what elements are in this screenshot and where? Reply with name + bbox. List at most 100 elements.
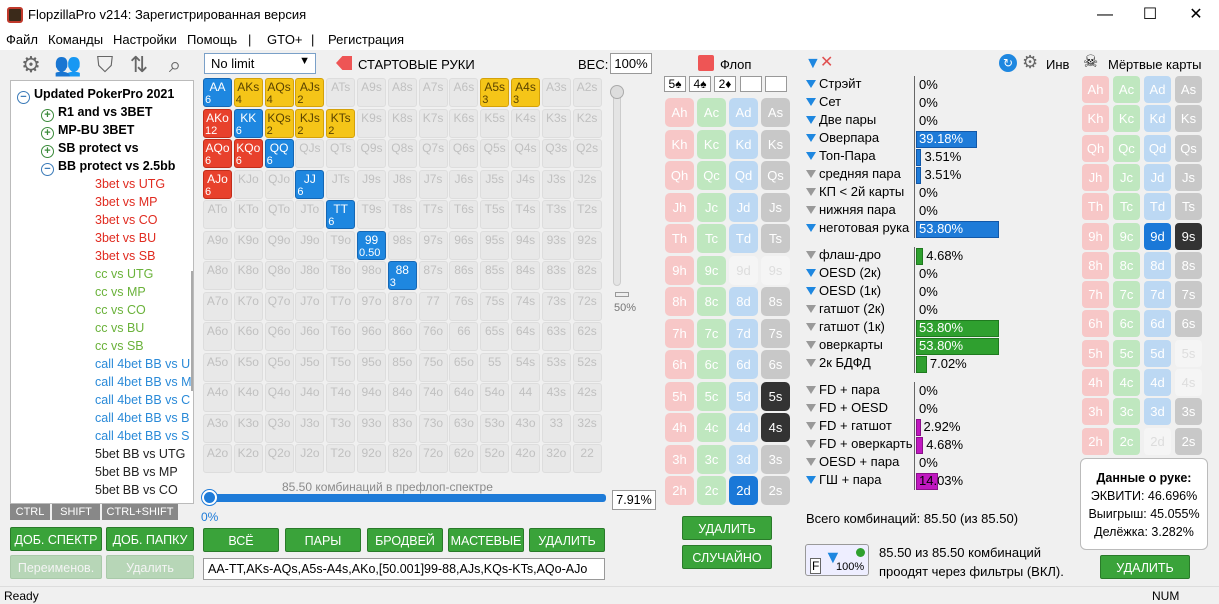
clear-filter-icon[interactable]: ✕ xyxy=(820,52,833,72)
hand-cell-J3s[interactable]: J3s xyxy=(541,169,571,199)
menu-help[interactable]: Помощь xyxy=(187,32,237,47)
search-icon[interactable]: ⌕ xyxy=(160,52,190,78)
hand-cell-Q4o[interactable]: Q4o xyxy=(264,383,294,412)
dead-card-3c[interactable]: 3c xyxy=(1113,398,1140,426)
flop-card-3c[interactable]: 3c xyxy=(697,444,726,474)
dead-card-Tc[interactable]: Tc xyxy=(1113,193,1140,221)
hand-cell-97o[interactable]: 97o xyxy=(357,291,386,321)
hand-cell-K9s[interactable]: K9s xyxy=(357,108,386,138)
flop-card-7c[interactable]: 7c xyxy=(697,318,726,348)
hand-cell-85o[interactable]: 85o xyxy=(387,352,417,382)
tree-item[interactable]: 5bet BB vs MP xyxy=(95,465,178,479)
hand-cell-62o[interactable]: 62o xyxy=(449,444,479,473)
dead-card-7s[interactable]: 7s xyxy=(1175,281,1202,309)
dead-card-Js[interactable]: Js xyxy=(1175,163,1202,191)
hand-cell-T2o[interactable]: T2o xyxy=(326,444,356,473)
filter-icon[interactable] xyxy=(806,458,816,466)
stat-row[interactable]: неготовая рука xyxy=(806,220,909,238)
stat-row[interactable]: КП < 2й карты xyxy=(806,184,904,202)
clear-dead-cards-button[interactable]: УДАЛИТЬ xyxy=(1100,555,1190,579)
import-export-icon[interactable]: ⇅ xyxy=(124,52,154,78)
invert-label[interactable]: Инв xyxy=(1046,57,1069,72)
dead-card-7h[interactable]: 7h xyxy=(1082,281,1109,309)
hand-cell-82s[interactable]: 82s xyxy=(572,261,602,290)
filter-icon[interactable] xyxy=(806,80,816,88)
hand-cell-T6s[interactable]: T6s xyxy=(449,200,479,229)
hand-cell-42s[interactable]: 42s xyxy=(572,383,602,412)
random-flop-button[interactable]: СЛУЧАЙНО xyxy=(682,545,772,569)
tree-item[interactable]: 3bet vs SB xyxy=(95,249,155,263)
dead-card-3s[interactable]: 3s xyxy=(1175,398,1202,426)
hand-cell-83s[interactable]: 83s xyxy=(541,261,571,290)
dead-card-9d[interactable]: 9d xyxy=(1144,222,1171,250)
hand-cell-JTs[interactable]: JTs xyxy=(326,169,356,199)
filter-icon[interactable]: ⛉ xyxy=(90,52,120,78)
flop-card-5c[interactable]: 5c xyxy=(697,381,726,411)
delete-hands-button[interactable]: УДАЛИТЬ xyxy=(529,528,605,552)
dead-card-Ad[interactable]: Ad xyxy=(1144,76,1171,103)
hand-cell-55[interactable]: 55 xyxy=(480,352,510,382)
stat-row[interactable]: FD + OESD xyxy=(806,400,888,418)
flop-card-2c[interactable]: 2c xyxy=(697,476,726,505)
hand-cell-54o[interactable]: 54o xyxy=(480,383,510,412)
hand-cell-T2s[interactable]: T2s xyxy=(572,200,602,229)
dead-card-3h[interactable]: 3h xyxy=(1082,398,1109,426)
flop-card-3s[interactable]: 3s xyxy=(761,444,790,474)
hand-cell-53o[interactable]: 53o xyxy=(480,413,510,443)
range-string-input[interactable]: AA-TT,AKs-AQs,A5s-A4s,AKo,[50.001]99-88,… xyxy=(203,558,605,580)
dead-card-4s[interactable]: 4s xyxy=(1175,369,1202,396)
flop-card-Ks[interactable]: Ks xyxy=(761,129,790,159)
hand-cell-A7o[interactable]: A7o xyxy=(203,291,232,321)
flop-card-3h[interactable]: 3h xyxy=(665,444,694,474)
filter-icon[interactable] xyxy=(806,404,816,412)
hand-cell-Q3o[interactable]: Q3o xyxy=(264,413,294,443)
dead-card-Ac[interactable]: Ac xyxy=(1113,76,1140,103)
filter-icon[interactable] xyxy=(806,341,816,349)
dead-card-5h[interactable]: 5h xyxy=(1082,339,1109,367)
flop-card-8d[interactable]: 8d xyxy=(729,287,758,316)
dead-card-8d[interactable]: 8d xyxy=(1144,251,1171,279)
flop-slot-2[interactable]: 4♠ xyxy=(689,76,711,92)
hand-cell-72s[interactable]: 72s xyxy=(572,291,602,321)
hand-cell-K5s[interactable]: K5s xyxy=(480,108,510,138)
dead-card-3d[interactable]: 3d xyxy=(1144,398,1171,426)
hand-cell-JJ[interactable]: JJ 6 xyxy=(295,169,325,199)
hand-cell-T8s[interactable]: T8s xyxy=(387,200,417,229)
flop-card-Kd[interactable]: Kd xyxy=(729,129,758,159)
dead-card-Qc[interactable]: Qc xyxy=(1113,134,1140,162)
hand-cell-K5o[interactable]: K5o xyxy=(233,352,263,382)
hand-cell-72o[interactable]: 72o xyxy=(418,444,448,473)
hand-cell-J2o[interactable]: J2o xyxy=(295,444,325,473)
dead-card-2d[interactable]: 2d xyxy=(1144,427,1171,455)
filter-icon[interactable] xyxy=(806,359,816,367)
flop-card-Jh[interactable]: Jh xyxy=(665,192,694,222)
close-button[interactable]: ✕ xyxy=(1173,2,1219,28)
dead-card-9c[interactable]: 9c xyxy=(1113,222,1140,250)
hand-cell-AA[interactable]: AA 6 xyxy=(203,78,232,107)
dead-card-8s[interactable]: 8s xyxy=(1175,251,1202,279)
tree-item[interactable]: cc vs MP xyxy=(95,285,146,299)
hand-cell-86o[interactable]: 86o xyxy=(387,322,417,351)
hand-cell-52s[interactable]: 52s xyxy=(572,352,602,382)
flop-card-8c[interactable]: 8c xyxy=(697,287,726,316)
hand-cell-J9o[interactable]: J9o xyxy=(295,230,325,260)
menu-registration[interactable]: Регистрация xyxy=(328,32,404,47)
flop-card-7d[interactable]: 7d xyxy=(729,318,758,348)
maximize-button[interactable]: ☐ xyxy=(1127,2,1173,28)
dead-card-Ks[interactable]: Ks xyxy=(1175,105,1202,133)
hand-cell-T7s[interactable]: T7s xyxy=(418,200,448,229)
tree-scrollbar[interactable] xyxy=(191,271,193,391)
dead-card-6d[interactable]: 6d xyxy=(1144,310,1171,338)
hand-cell-KTo[interactable]: KTo xyxy=(233,200,263,229)
weight-input[interactable]: 100% xyxy=(610,53,652,74)
hand-cell-ATo[interactable]: ATo xyxy=(203,200,232,229)
hand-cell-A9o[interactable]: A9o xyxy=(203,230,232,260)
menu-settings[interactable]: Настройки xyxy=(113,32,177,47)
dead-card-Qs[interactable]: Qs xyxy=(1175,134,1202,162)
hand-cell-J7s[interactable]: J7s xyxy=(418,169,448,199)
flop-card-2s[interactable]: 2s xyxy=(761,476,790,505)
refresh-icon[interactable]: ↻ xyxy=(999,54,1017,72)
flop-card-Jd[interactable]: Jd xyxy=(729,192,758,222)
filter-icon[interactable] xyxy=(806,206,816,214)
hand-cell-92s[interactable]: 92s xyxy=(572,230,602,260)
